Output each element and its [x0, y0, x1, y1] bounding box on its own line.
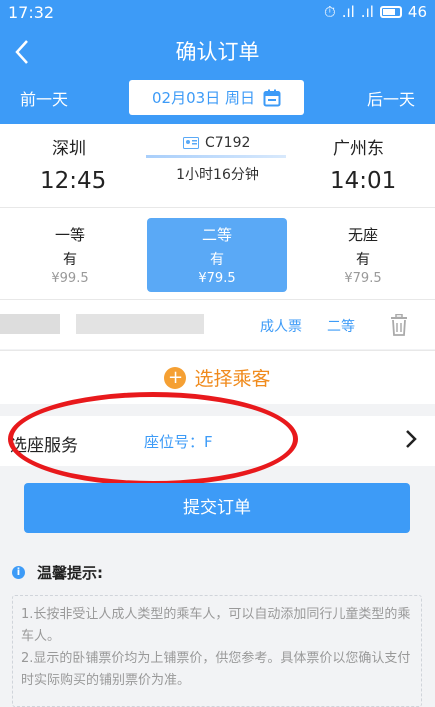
signal-icon: .ıl	[341, 3, 355, 21]
select-passenger-label: 选择乘客	[194, 368, 271, 390]
passenger-row[interactable]: 成人票 二等	[0, 299, 435, 349]
train-info: 深圳 C7192 1小时16分钟 广州东 12:45 14:01	[0, 124, 435, 207]
passenger-seat-class[interactable]: 二等	[327, 316, 355, 336]
seat-name: 一等	[54, 226, 85, 244]
arrival-station: 广州东	[333, 139, 384, 159]
header: 确认订单 前一天 02月03日 周日 后一天	[0, 26, 435, 124]
seat-option-second-class[interactable]: 二等 有 ¥79.5	[147, 218, 287, 292]
seat-option-no-seat[interactable]: 无座 有 ¥79.5	[293, 218, 433, 292]
train-number[interactable]: C7192	[183, 135, 250, 151]
annotation-ellipse	[8, 392, 298, 486]
page-title: 确认订单	[175, 40, 260, 64]
departure-time: 12:45	[40, 168, 107, 194]
seat-name: 二等	[201, 226, 232, 244]
tips-title: 温馨提示:	[37, 564, 103, 582]
seat-price: ¥99.5	[51, 271, 89, 286]
battery-level: 46	[407, 3, 427, 21]
plus-icon: +	[164, 366, 187, 389]
seat-price: ¥79.5	[344, 271, 382, 286]
seat-name: 无座	[347, 226, 378, 244]
date-text: 02月03日 周日	[152, 89, 255, 107]
ticket-type[interactable]: 成人票	[260, 316, 302, 336]
trash-icon[interactable]	[390, 314, 408, 336]
train-card-icon	[183, 137, 199, 149]
tip-line-1: 1.长按非受让人成人类型的乘车人，可以自动添加同行儿童类型的乘车人。	[21, 607, 411, 644]
select-passenger-button[interactable]: + 选择乘客	[0, 350, 435, 404]
date-picker[interactable]: 02月03日 周日	[129, 80, 304, 115]
alarm-icon: ⏱	[323, 3, 336, 21]
tip-line-2: 2.显示的卧铺票价均为上铺票价，供您参考。具体票价以您确认支付时实际购买的铺别票…	[21, 651, 411, 688]
passenger-id-blurred	[76, 314, 204, 334]
seat-option-first-class[interactable]: 一等 有 ¥99.5	[0, 218, 140, 292]
battery-icon	[379, 6, 402, 18]
status-time: 17:32	[8, 3, 55, 22]
chevron-right-icon	[406, 430, 417, 448]
tips-header: i 温馨提示:	[12, 562, 103, 583]
info-icon: i	[12, 566, 25, 579]
status-bar: 17:32 ⏱ .ıl .ıl 46	[0, 0, 435, 26]
signal-4g-icon: .ıl	[360, 3, 374, 21]
seat-availability: 有	[356, 252, 370, 268]
train-number-text: C7192	[205, 135, 251, 151]
next-day-button[interactable]: 后一天	[367, 86, 415, 110]
submit-order-button[interactable]: 提交订单	[24, 483, 410, 533]
tips-box: 1.长按非受让人成人类型的乘车人，可以自动添加同行儿童类型的乘车人。 2.显示的…	[12, 595, 422, 707]
seat-price: ¥79.5	[198, 271, 236, 286]
arrival-time: 14:01	[330, 168, 397, 194]
calendar-icon	[263, 89, 281, 106]
status-icons: ⏱ .ıl .ıl 46	[324, 3, 427, 21]
seat-class-selector: 一等 有 ¥99.5 二等 有 ¥79.5 无座 有 ¥79.5	[0, 207, 435, 299]
seat-availability: 有	[210, 252, 224, 268]
departure-station: 深圳	[52, 139, 86, 159]
route-line	[146, 155, 286, 158]
seat-availability: 有	[63, 252, 77, 268]
passenger-name-blurred	[0, 314, 60, 334]
prev-day-button[interactable]: 前一天	[20, 86, 68, 110]
